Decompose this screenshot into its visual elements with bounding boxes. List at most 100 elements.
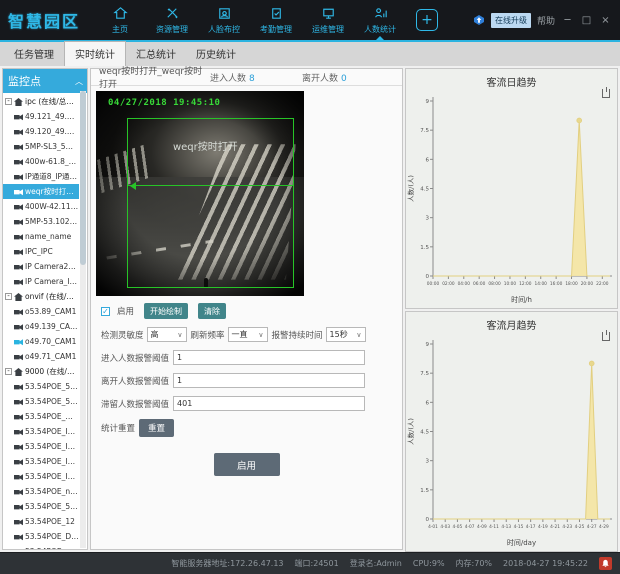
x-tick-label: 4-03 <box>440 524 450 530</box>
resource-icon <box>164 5 181 22</box>
navbar: 智慧园区 主页资源管理人脸布控考勤管理运维管理人数统计 + 在线升级 帮助 ─ … <box>0 0 620 40</box>
tree-item-label: 53.54POE_IP came... <box>25 442 79 451</box>
nav-item-人数统计[interactable]: 人数统计 <box>354 0 406 40</box>
detection-direction-line <box>127 185 293 186</box>
threshold-input[interactable] <box>173 396 365 411</box>
tree-camera[interactable]: 53.54POE_IP Came... <box>3 469 79 484</box>
tree-camera[interactable]: 400W-42.114_400... <box>3 199 79 214</box>
y-tick-label: 9 <box>426 99 430 105</box>
tree-camera[interactable]: 53.54POE_51.29 <box>3 379 79 394</box>
camera-icon <box>14 398 23 406</box>
draw-region-button[interactable]: 开始绘制 <box>144 303 188 319</box>
tree-camera[interactable]: IP Camera2_IP Ca... <box>3 259 79 274</box>
help-button[interactable]: 帮助 <box>537 14 555 27</box>
collapse-icon[interactable]: ︿ <box>75 76 83 87</box>
select-刷新频率[interactable]: 一直∨ <box>228 327 268 342</box>
save-image-icon[interactable] <box>602 89 610 98</box>
nav-item-主页[interactable]: 主页 <box>94 0 146 40</box>
y-tick-label: 7.5 <box>420 128 429 134</box>
tree-group[interactable]: -onvif (在线/总数:2/4) <box>3 289 79 304</box>
tree-camera[interactable]: 53.54POE_人脸 <box>3 544 79 549</box>
tree-camera[interactable]: o49.139_CAM1 <box>3 319 79 334</box>
add-module-button[interactable]: + <box>416 9 438 31</box>
tree-group[interactable]: -ipc (在线/总数:8/12) <box>3 94 79 109</box>
tab-汇总统计[interactable]: 汇总统计 <box>126 42 186 66</box>
sidebar-scrollbar[interactable] <box>80 91 86 548</box>
tree-camera[interactable]: 49.120_49.120 <box>3 124 79 139</box>
tree-item-label: 53.54POE_测试通道 <box>25 411 79 422</box>
tree-expander-icon[interactable]: - <box>5 293 12 300</box>
tree-camera[interactable]: 400w-61.8_400w-6... <box>3 154 79 169</box>
tree-camera[interactable]: o49.71_CAM1 <box>3 349 79 364</box>
main-nav: 主页资源管理人脸布控考勤管理运维管理人数统计 <box>94 0 406 40</box>
maximize-button[interactable]: □ <box>580 15 593 26</box>
tree-camera[interactable]: 53.54POE_51.24IP... <box>3 499 79 514</box>
tree-item-label: 5MP-SL3_5MP-SL3 <box>25 142 79 151</box>
x-tick-label: 4-17 <box>526 524 536 530</box>
camera-icon <box>14 263 23 271</box>
tree-camera[interactable]: weqr按时打开_weq... <box>3 184 79 199</box>
tree-camera[interactable]: 53.54POE_IP came... <box>3 454 79 469</box>
apply-button[interactable]: 启用 <box>214 453 280 476</box>
tree-camera[interactable]: name_name <box>3 229 79 244</box>
tree-camera[interactable]: 49.121_49.121 <box>3 109 79 124</box>
tree-camera[interactable]: 53.54POE_IP通道9 <box>3 424 79 439</box>
alarm-settings-form: ✓ 启用 开始绘制 清除 检测灵敏度高∨刷新频率一直∨报警持续时间15秒∨ 进入… <box>91 296 402 476</box>
threshold-input[interactable] <box>173 373 365 388</box>
select-label: 刷新频率 <box>191 329 225 341</box>
upgrade-badge[interactable]: 在线升级 <box>491 13 531 28</box>
enable-checkbox[interactable]: ✓ <box>101 307 110 316</box>
minimize-button[interactable]: ─ <box>561 15 574 26</box>
close-button[interactable]: × <box>599 15 612 26</box>
tree-item-label: o53.89_CAM1 <box>25 307 76 316</box>
camera-icon <box>14 548 23 550</box>
camera-icon <box>14 188 23 196</box>
tree-camera[interactable]: IP通道8_IP通道8 <box>3 169 79 184</box>
upgrade-icon[interactable] <box>473 14 485 26</box>
tree-camera[interactable]: o53.89_CAM1 <box>3 304 79 319</box>
sidebar-header[interactable]: 监控点 ︿ <box>3 69 87 93</box>
camera-icon <box>14 413 23 421</box>
tree-camera[interactable]: 53.54POE_51.32 <box>3 394 79 409</box>
scrollbar-thumb[interactable] <box>80 91 86 265</box>
camera-icon <box>14 323 23 331</box>
x-tick-label: 12:00 <box>519 281 532 287</box>
clear-region-button[interactable]: 清除 <box>198 303 226 319</box>
tree-camera[interactable]: 5MP-53.102_5MP-... <box>3 214 79 229</box>
nav-item-运维管理[interactable]: 运维管理 <box>302 0 354 40</box>
tree-camera[interactable]: 53.54POE_IP came... <box>3 439 79 454</box>
camera-icon <box>14 533 23 541</box>
video-feed[interactable]: 04/27/2018 19:45:10 weqr按时打开 <box>96 91 304 296</box>
save-image-icon[interactable] <box>602 332 610 341</box>
tree-camera[interactable]: 53.54POE_12 <box>3 514 79 529</box>
reset-button[interactable]: 重置 <box>139 419 174 437</box>
tree-camera[interactable]: 5MP-SL3_5MP-SL3 <box>3 139 79 154</box>
nav-item-人脸布控[interactable]: 人脸布控 <box>198 0 250 40</box>
leave-count-label: 离开人数 <box>302 74 338 84</box>
tree-camera[interactable]: IPC_IPC <box>3 244 79 259</box>
tree-camera[interactable]: o49.70_CAM1 <box>3 334 79 349</box>
alarm-icon[interactable] <box>599 557 612 570</box>
tree-expander-icon[interactable]: - <box>5 98 12 105</box>
tree-group[interactable]: -9000 (在线/总数:20/65) <box>3 364 79 379</box>
threshold-input[interactable] <box>173 350 365 365</box>
x-tick-label: 4-29 <box>599 524 609 530</box>
camera-icon <box>14 308 23 316</box>
nav-item-考勤管理[interactable]: 考勤管理 <box>250 0 302 40</box>
select-报警持续时间[interactable]: 15秒∨ <box>326 327 366 342</box>
tree-camera[interactable]: 53.54POE_name <box>3 484 79 499</box>
tab-实时统计[interactable]: 实时统计 <box>64 41 126 66</box>
x-tick-label: 22:00 <box>596 281 609 287</box>
tree-camera[interactable]: 53.54POE_测试通道 <box>3 409 79 424</box>
tab-历史统计[interactable]: 历史统计 <box>186 42 246 66</box>
tree-camera[interactable]: 53.54POE_DEVICE... <box>3 529 79 544</box>
status-item: 登录名:Admin <box>350 558 402 569</box>
tree-item-label: name_name <box>25 232 71 241</box>
tab-任务管理[interactable]: 任务管理 <box>4 42 64 66</box>
series-area <box>433 363 610 519</box>
tree-expander-icon[interactable]: - <box>5 368 12 375</box>
nav-item-资源管理[interactable]: 资源管理 <box>146 0 198 40</box>
tree-camera[interactable]: IP Camera_IP Cam... <box>3 274 79 289</box>
select-检测灵敏度[interactable]: 高∨ <box>147 327 187 342</box>
camera-icon <box>14 518 23 526</box>
